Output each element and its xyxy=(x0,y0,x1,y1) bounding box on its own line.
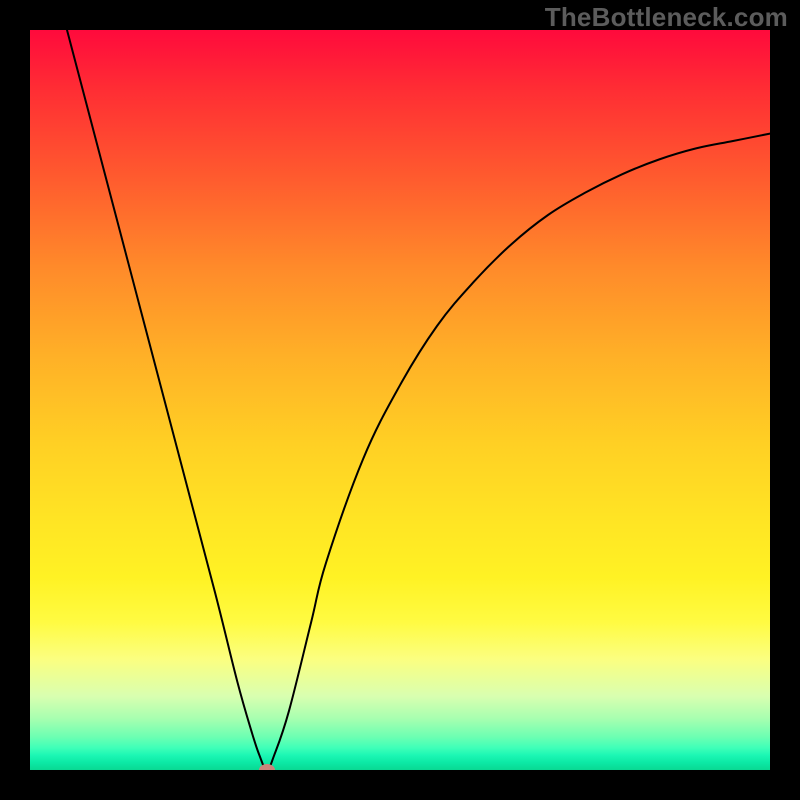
plot-area xyxy=(30,30,770,770)
watermark-text: TheBottleneck.com xyxy=(545,2,788,33)
optimum-marker xyxy=(259,764,275,770)
chart-frame: TheBottleneck.com xyxy=(0,0,800,800)
bottleneck-curve xyxy=(30,30,770,770)
